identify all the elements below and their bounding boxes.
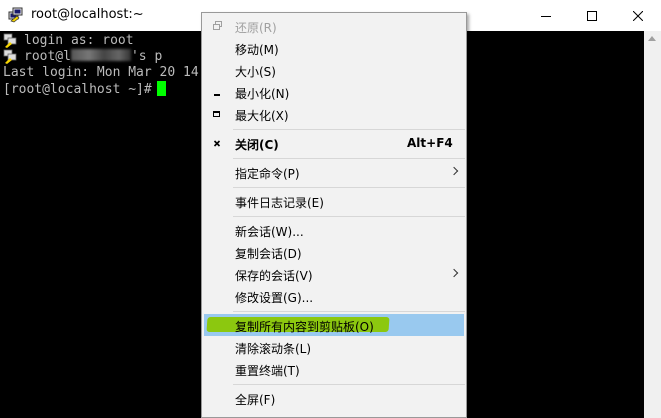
terminal-line-password: root@l 's p bbox=[24, 49, 162, 65]
menu-item-restore[interactable]: 还原(R) bbox=[204, 15, 464, 37]
minimize-icon bbox=[214, 94, 220, 96]
minimize-icon bbox=[541, 15, 551, 17]
menu-separator bbox=[233, 187, 465, 188]
menu-label: 移动(M) bbox=[235, 43, 279, 57]
menu-label: 修改设置(G)... bbox=[235, 291, 314, 305]
putty-key-icon bbox=[3, 33, 17, 48]
restore-icon bbox=[213, 21, 222, 30]
window-title: root@localhost:~ bbox=[31, 7, 144, 22]
submenu-arrow-icon bbox=[449, 166, 459, 176]
menu-label: 事件日志记录(E) bbox=[235, 196, 324, 210]
menu-item-move[interactable]: 移动(M) bbox=[204, 37, 464, 59]
close-icon bbox=[633, 10, 643, 21]
terminal-line-last-login: Last login: Mon Mar 20 14 bbox=[3, 65, 199, 80]
putty-key-icon bbox=[3, 49, 17, 64]
menu-separator bbox=[233, 158, 465, 159]
menu-label: 指定命令(P) bbox=[235, 167, 300, 181]
menu-item-clear-scrollback[interactable]: 清除滚动条(L) bbox=[204, 336, 464, 358]
menu-separator bbox=[233, 384, 465, 385]
menu-label: 新会话(W)... bbox=[235, 225, 304, 239]
menu-label: 还原(R) bbox=[235, 21, 277, 35]
submenu-arrow-icon bbox=[449, 268, 459, 278]
terminal-line-login: login as: root bbox=[24, 33, 134, 48]
close-shortcut: Alt+F4 bbox=[407, 136, 453, 150]
menu-item-saved-sessions[interactable]: 保存的会话(V) bbox=[204, 263, 464, 285]
shell-prompt: [root@localhost ~]# bbox=[3, 82, 152, 97]
menu-item-minimize[interactable]: 最小化(N) bbox=[204, 81, 464, 103]
menu-item-copy-all[interactable]: 复制所有内容到剪贴板(O) bbox=[204, 314, 464, 336]
menu-label: 重置终端(T) bbox=[235, 364, 300, 378]
system-context-menu: 还原(R) 移动(M) 大小(S) 最小化(N) 最大化(X) 关闭(C) Al… bbox=[201, 12, 467, 418]
menu-separator bbox=[233, 216, 465, 217]
menu-label: 复制会话(D) bbox=[235, 247, 302, 261]
scroll-up-arrow-icon[interactable] bbox=[648, 36, 656, 41]
menu-separator bbox=[233, 311, 465, 312]
menu-item-maximize[interactable]: 最大化(X) bbox=[204, 103, 464, 125]
menu-label: 保存的会话(V) bbox=[235, 269, 313, 283]
terminal-line-prompt: [root@localhost ~]# bbox=[3, 81, 166, 98]
menu-label: 全屏(F) bbox=[235, 393, 276, 407]
maximize-icon bbox=[587, 10, 597, 21]
putty-app-icon[interactable] bbox=[8, 7, 24, 23]
menu-item-new-session[interactable]: 新会话(W)... bbox=[204, 219, 464, 241]
menu-label: 清除滚动条(L) bbox=[235, 342, 312, 356]
menu-separator bbox=[233, 129, 465, 130]
vertical-scrollbar[interactable] bbox=[644, 31, 661, 418]
menu-item-event-log[interactable]: 事件日志记录(E) bbox=[204, 190, 464, 212]
menu-item-reset-terminal[interactable]: 重置终端(T) bbox=[204, 358, 464, 380]
menu-label: 最小化(N) bbox=[235, 87, 290, 101]
menu-item-special-command[interactable]: 指定命令(P) bbox=[204, 161, 464, 183]
menu-item-duplicate-session[interactable]: 复制会话(D) bbox=[204, 241, 464, 263]
menu-label: 复制所有内容到剪贴板(O) bbox=[235, 320, 374, 334]
maximize-icon bbox=[213, 111, 220, 117]
password-prompt-suffix: 's p bbox=[130, 49, 163, 64]
menu-label: 大小(S) bbox=[235, 65, 276, 79]
menu-label: 最大化(X) bbox=[235, 109, 289, 123]
menu-item-full-screen[interactable]: 全屏(F) bbox=[204, 387, 464, 409]
close-button[interactable] bbox=[615, 0, 661, 31]
password-prompt-prefix: root@l bbox=[24, 49, 71, 64]
menu-item-size[interactable]: 大小(S) bbox=[204, 59, 464, 81]
putty-window: root@localhost:~ login as: root root@l 's… bbox=[0, 0, 661, 418]
maximize-button[interactable] bbox=[569, 0, 615, 31]
menu-label: 关闭(C) bbox=[235, 138, 279, 152]
menu-item-close[interactable]: 关闭(C) Alt+F4 bbox=[204, 132, 464, 154]
terminal-cursor bbox=[156, 81, 166, 96]
close-icon bbox=[213, 140, 221, 147]
menu-item-change-settings[interactable]: 修改设置(G)... bbox=[204, 285, 464, 307]
minimize-button[interactable] bbox=[523, 0, 569, 31]
blurred-hostname bbox=[70, 49, 131, 61]
